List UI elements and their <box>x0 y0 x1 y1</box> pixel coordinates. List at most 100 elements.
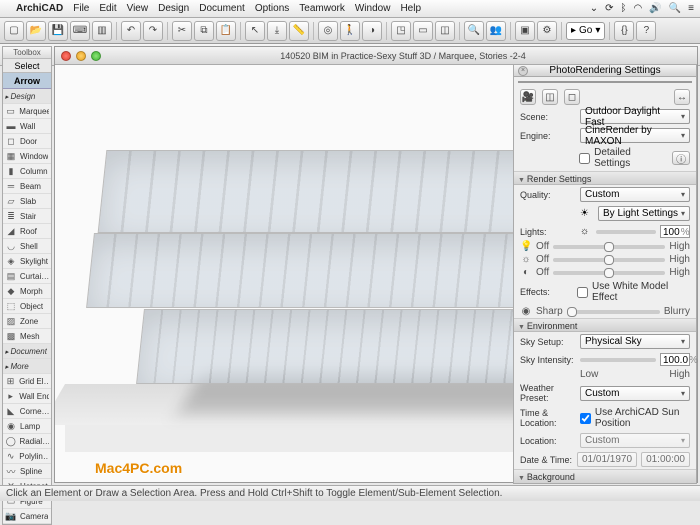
teamwork-button[interactable]: 👥 <box>486 21 506 41</box>
sky-intensity-slider[interactable] <box>580 358 656 362</box>
tool-object[interactable]: ⬚Object <box>3 299 51 314</box>
environment-section[interactable]: Environment <box>514 318 696 332</box>
menu-file[interactable]: File <box>73 3 89 14</box>
measure-button[interactable]: 📏 <box>289 21 309 41</box>
sky-intensity-field[interactable]: 100.0% <box>660 353 690 366</box>
render-stop-button[interactable]: ◻ <box>564 89 580 105</box>
document-section[interactable]: Document <box>3 344 51 359</box>
ambient-slider[interactable] <box>553 271 665 275</box>
wifi-icon[interactable]: ⌄ <box>590 3 598 14</box>
info-icon[interactable]: ⓘ <box>672 151 690 165</box>
tool-wall-end[interactable]: ▸Wall End <box>3 389 51 404</box>
tool-grid-el-[interactable]: ⊞Grid El… <box>3 374 51 389</box>
engine-select[interactable]: CineRender by MAXON <box>580 128 690 143</box>
tool-polylin-[interactable]: ∿Polylin… <box>3 449 51 464</box>
tool-roof[interactable]: ◢Roof <box>3 224 51 239</box>
copy-button[interactable]: ⧉ <box>194 21 214 41</box>
render-preview-thumbnail[interactable] <box>518 81 692 83</box>
find-button[interactable]: 🔍 <box>464 21 484 41</box>
render-start-button[interactable]: 🎥 <box>520 89 536 105</box>
menu-edit[interactable]: Edit <box>99 3 116 14</box>
undo-button[interactable]: ↶ <box>121 21 141 41</box>
tool-marquee[interactable]: ▭Marquee <box>3 104 51 119</box>
menu-window[interactable]: Window <box>355 3 391 14</box>
arrow-tool-active[interactable]: Arrow <box>3 73 51 89</box>
doc-close-button[interactable] <box>61 51 71 61</box>
menu-view[interactable]: View <box>127 3 149 14</box>
tool-mesh[interactable]: ▩Mesh <box>3 329 51 344</box>
render-region-button[interactable]: ◫ <box>542 89 558 105</box>
toolbox-select-row[interactable]: Select <box>3 59 51 73</box>
wifi-signal-icon[interactable]: ◠ <box>634 3 643 14</box>
menu-help[interactable]: Help <box>400 3 421 14</box>
menu-teamwork[interactable]: Teamwork <box>299 3 345 14</box>
elevation-button[interactable]: ▭ <box>413 21 433 41</box>
notifications-icon[interactable]: ≡ <box>688 3 694 14</box>
sun-slider[interactable] <box>553 258 665 262</box>
tool-window[interactable]: ▦Window <box>3 149 51 164</box>
tool-radial-[interactable]: ◯Radial… <box>3 434 51 449</box>
app-menu[interactable]: ArchiCAD <box>16 3 63 14</box>
render-size-button[interactable]: ↔ <box>674 89 690 105</box>
detailed-settings-checkbox[interactable]: Detailed Settings <box>579 147 668 169</box>
walk-button[interactable]: 🚶 <box>340 21 360 41</box>
plot-button[interactable]: ▥ <box>92 21 112 41</box>
save-button[interactable]: 💾 <box>48 21 68 41</box>
sky-setup-select[interactable]: Physical Sky <box>580 334 690 349</box>
tool-lamp[interactable]: ◉Lamp <box>3 419 51 434</box>
design-section[interactable]: Design <box>3 89 51 104</box>
tool-skylight[interactable]: ◈Skylight <box>3 254 51 269</box>
tool-spline[interactable]: 〰Spline <box>3 464 51 479</box>
panel-header[interactable]: × PhotoRendering Settings <box>514 65 696 77</box>
search-icon[interactable]: 🔍 <box>669 3 681 14</box>
tool-zone[interactable]: ▨Zone <box>3 314 51 329</box>
lamp-slider[interactable] <box>553 245 665 249</box>
settings-button[interactable]: ⚙ <box>537 21 557 41</box>
open-button[interactable]: 📂 <box>26 21 46 41</box>
tool-curtai-[interactable]: ▤Curtai… <box>3 269 51 284</box>
tool-stair[interactable]: ≣Stair <box>3 209 51 224</box>
section-button[interactable]: ◳ <box>391 21 411 41</box>
paste-button[interactable]: 📋 <box>216 21 236 41</box>
tool-beam[interactable]: ═Beam <box>3 179 51 194</box>
menu-design[interactable]: Design <box>158 3 189 14</box>
white-model-checkbox[interactable]: Use White Model Effect <box>577 281 690 303</box>
redo-button[interactable]: ↷ <box>143 21 163 41</box>
new-button[interactable]: ▢ <box>4 21 24 41</box>
bluetooth-icon[interactable]: ᛒ <box>621 3 627 14</box>
tool-corne-[interactable]: ◣Corne… <box>3 404 51 419</box>
layer-button[interactable]: ◫ <box>435 21 455 41</box>
tool-morph[interactable]: ◆Morph <box>3 284 51 299</box>
tool-camera[interactable]: 📷Camera <box>3 509 51 524</box>
print-button[interactable]: ⌨ <box>70 21 90 41</box>
eyedropper-button[interactable]: ⤓ <box>267 21 287 41</box>
background-section[interactable]: Background <box>514 469 696 483</box>
lights-slider[interactable] <box>596 230 656 234</box>
tool-slab[interactable]: ▱Slab <box>3 194 51 209</box>
use-sun-checkbox[interactable]: Use ArchiCAD Sun Position <box>580 407 690 429</box>
tool-door[interactable]: ◻Door <box>3 134 51 149</box>
menu-document[interactable]: Document <box>199 3 245 14</box>
doc-minimize-button[interactable] <box>76 51 86 61</box>
menu-options[interactable]: Options <box>255 3 289 14</box>
tool-shell[interactable]: ◡Shell <box>3 239 51 254</box>
tool-wall[interactable]: ▬Wall <box>3 119 51 134</box>
more-section[interactable]: More <box>3 359 51 374</box>
render-settings-section[interactable]: Render Settings <box>514 171 696 185</box>
doc-zoom-button[interactable] <box>91 51 101 61</box>
lights-value-field[interactable]: 100% <box>660 225 690 238</box>
go-navigator[interactable]: ▸ Go ▾ <box>566 22 605 40</box>
sync-icon[interactable]: ⟳ <box>605 3 613 14</box>
help-button[interactable]: ? <box>636 21 656 41</box>
pick-button[interactable]: ↖ <box>245 21 265 41</box>
cut-button[interactable]: ✂ <box>172 21 192 41</box>
explore-button[interactable]: ◑ <box>362 21 382 41</box>
sharpness-slider[interactable] <box>567 310 660 314</box>
scene-select[interactable]: Outdoor Daylight Fast <box>580 109 690 124</box>
render-button[interactable]: ▣ <box>515 21 535 41</box>
quality-select[interactable]: Custom <box>580 187 690 202</box>
orbit-button[interactable]: ◎ <box>318 21 338 41</box>
weather-select[interactable]: Custom <box>580 386 690 401</box>
panel-close-button[interactable]: × <box>518 66 528 76</box>
tool-column[interactable]: ▮Column <box>3 164 51 179</box>
